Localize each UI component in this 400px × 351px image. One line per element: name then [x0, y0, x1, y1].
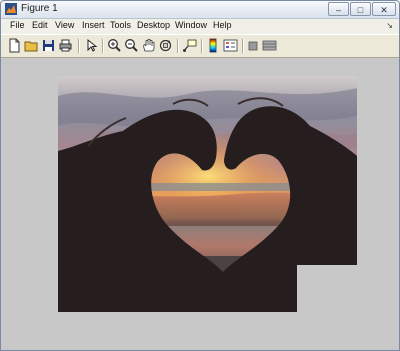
arrow-icon[interactable]: ↘: [386, 21, 393, 30]
edit-plot-icon[interactable]: [84, 38, 99, 53]
menu-bar: File Edit View Insert Tools Desktop Wind…: [1, 19, 399, 34]
menu-tools[interactable]: Tools: [110, 20, 131, 30]
save-icon[interactable]: [41, 38, 56, 53]
toolbar-separator: [242, 39, 244, 53]
hands-heart-sunset-photo: [58, 76, 357, 312]
menu-help[interactable]: Help: [213, 20, 232, 30]
title-bar: Figure 1 – □ ✕: [1, 1, 399, 19]
menu-file[interactable]: File: [10, 20, 25, 30]
toolbar-separator: [102, 39, 104, 53]
menu-desktop[interactable]: Desktop: [137, 20, 170, 30]
toolbar-separator: [201, 39, 203, 53]
pan-icon[interactable]: [141, 38, 156, 53]
rotate-3d-icon[interactable]: [158, 38, 173, 53]
close-icon[interactable]: ✕: [372, 2, 396, 16]
toolbar-separator: [78, 39, 80, 53]
colorbar-icon[interactable]: [206, 38, 221, 53]
print-icon[interactable]: [58, 38, 73, 53]
toolbar-separator: [177, 39, 179, 53]
menu-window[interactable]: Window: [175, 20, 207, 30]
figure-toolbar: [1, 34, 399, 58]
legend-icon[interactable]: [223, 38, 238, 53]
hide-plot-tools-icon[interactable]: [246, 38, 261, 53]
figure-window: Figure 1 – □ ✕ File Edit View Insert Too…: [0, 0, 400, 351]
zoom-in-icon[interactable]: [107, 38, 122, 53]
matlab-figure-icon: [5, 3, 17, 15]
figure-canvas: [1, 58, 399, 350]
minimize-icon[interactable]: –: [328, 2, 349, 16]
maximize-icon[interactable]: □: [350, 2, 371, 16]
menu-insert[interactable]: Insert: [82, 20, 105, 30]
zoom-out-icon[interactable]: [124, 38, 139, 53]
data-cursor-icon[interactable]: [182, 38, 197, 53]
menu-view[interactable]: View: [55, 20, 74, 30]
window-title: Figure 1: [21, 3, 58, 14]
new-figure-icon[interactable]: [7, 38, 22, 53]
show-plot-tools-icon[interactable]: [262, 38, 277, 53]
image-axes: [58, 76, 357, 312]
menu-edit[interactable]: Edit: [32, 20, 48, 30]
open-file-icon[interactable]: [24, 38, 39, 53]
